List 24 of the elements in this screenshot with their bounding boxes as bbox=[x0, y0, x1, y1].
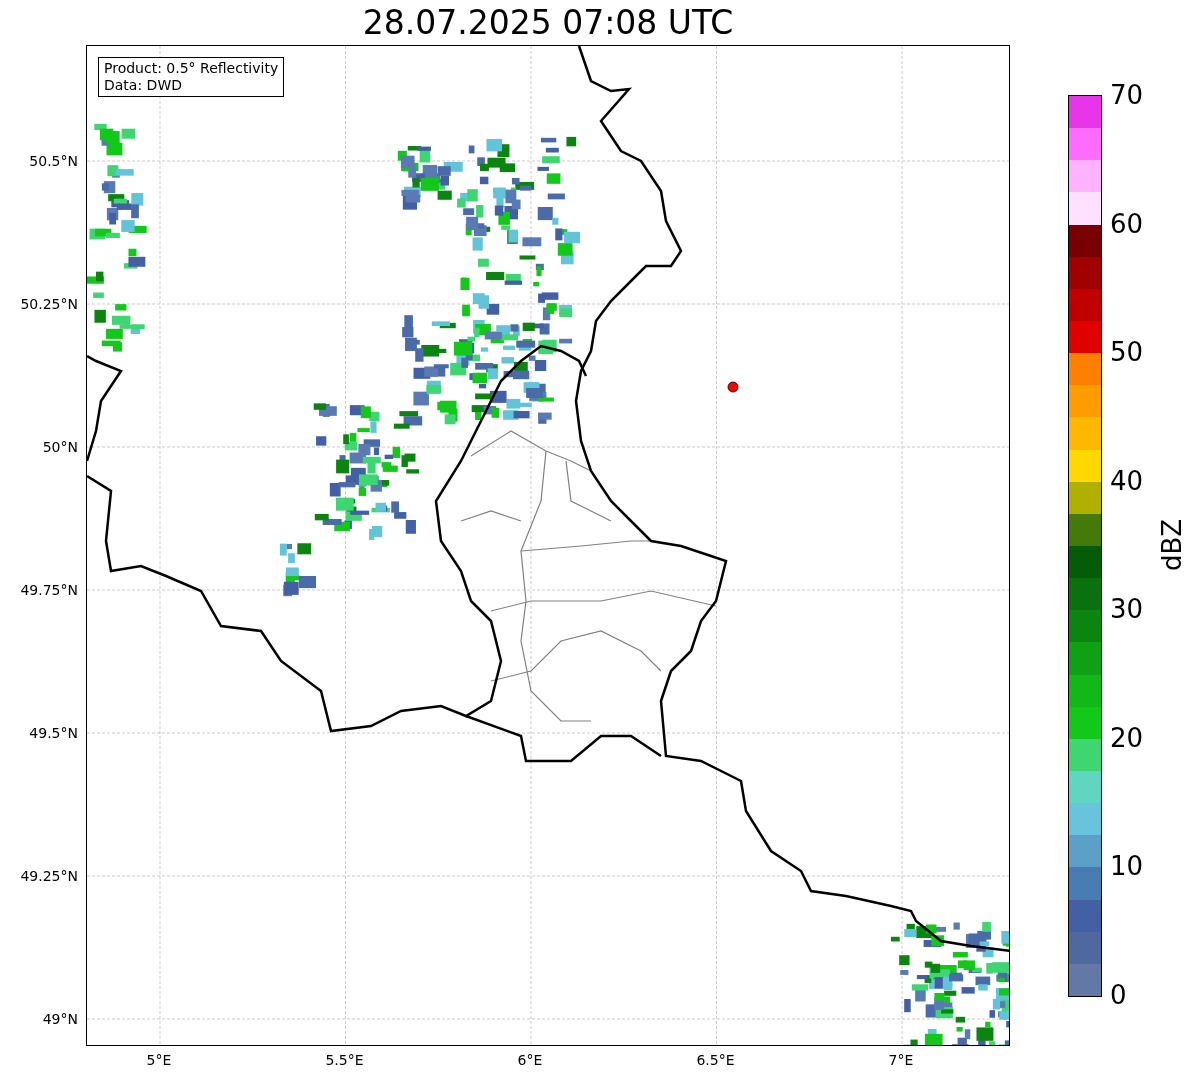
longitude-label: 6°E bbox=[517, 1052, 543, 1068]
latitude-label: 49°N bbox=[42, 1011, 78, 1027]
colorbar-tick-label: 10 bbox=[1110, 851, 1144, 882]
colorbar-tick-label: 20 bbox=[1110, 722, 1144, 753]
colorbar-tick-label: 40 bbox=[1110, 465, 1144, 496]
colorbar-tick-label: 0 bbox=[1110, 980, 1127, 1010]
colorbar-tick-label: 60 bbox=[1110, 208, 1144, 239]
chart-title: 28.07.2025 07:08 UTC bbox=[361, 2, 735, 44]
latitude-label: 49.25°N bbox=[20, 868, 78, 884]
colorbar-label: dBZ bbox=[1157, 518, 1187, 572]
latitude-label: 49.5°N bbox=[29, 725, 78, 741]
latitude-label: 50.25°N bbox=[20, 296, 78, 312]
latitude-label: 49.75°N bbox=[20, 582, 78, 598]
latitude-label: 50°N bbox=[42, 439, 78, 455]
longitude-label: 7°E bbox=[888, 1052, 914, 1068]
colorbar-tick-label: 30 bbox=[1110, 594, 1144, 625]
colorbar-tick-label: 50 bbox=[1110, 337, 1144, 368]
longitude-label: 5°E bbox=[146, 1052, 172, 1068]
colorbar-tick-label: 70 bbox=[1110, 80, 1144, 110]
longitude-label: 6.5°E bbox=[696, 1052, 735, 1068]
legend-text: Data: DWD bbox=[104, 77, 183, 94]
legend-text: Product: 0.5° Reflectivity bbox=[104, 60, 279, 77]
latitude-label: 50.5°N bbox=[29, 153, 78, 169]
longitude-label: 5.5°E bbox=[325, 1052, 364, 1068]
